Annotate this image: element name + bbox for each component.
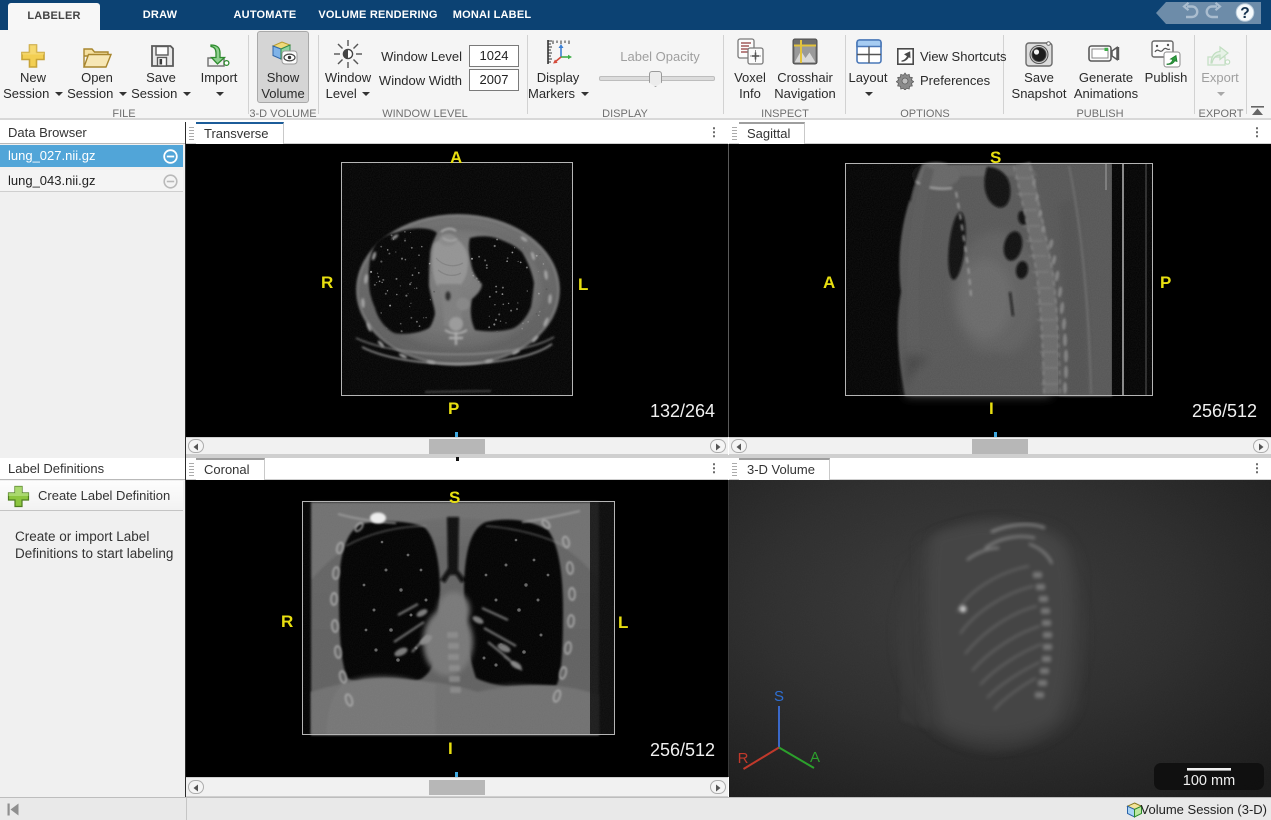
svg-text:100 mm: 100 mm xyxy=(1183,773,1235,789)
svg-text:S: S xyxy=(774,688,784,705)
svg-text:?: ? xyxy=(1240,5,1249,22)
svg-text:R: R xyxy=(738,750,749,767)
svg-text:A: A xyxy=(810,749,820,766)
